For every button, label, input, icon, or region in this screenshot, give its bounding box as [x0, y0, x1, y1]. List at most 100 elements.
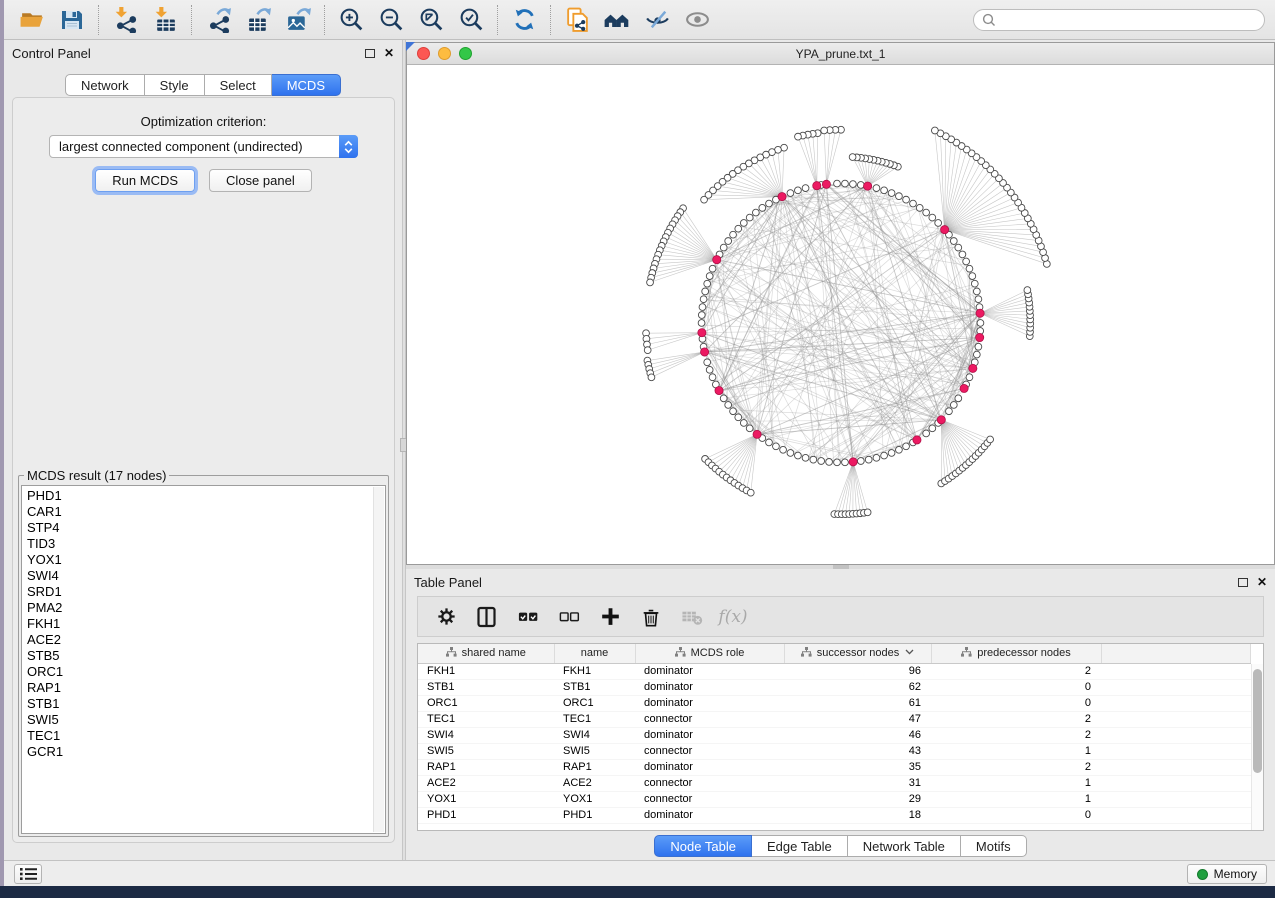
tab-motifs[interactable]: Motifs — [961, 835, 1027, 857]
cell-mcds_role[interactable]: connector — [635, 743, 784, 759]
network-titlebar[interactable]: YPA_prune.txt_1 — [407, 43, 1274, 65]
cell-predecessor_nodes[interactable]: 0 — [931, 807, 1101, 823]
cell-name[interactable]: SWI5 — [554, 743, 635, 759]
table-row[interactable]: STB1STB1dominator620 — [418, 679, 1251, 695]
export-image-button[interactable] — [278, 3, 318, 37]
duplicate-network-button[interactable] — [557, 3, 597, 37]
table-row[interactable]: PHD1PHD1dominator180 — [418, 807, 1251, 823]
cell-mcds_role[interactable]: dominator — [635, 807, 784, 823]
export-table-button[interactable] — [238, 3, 278, 37]
cell-shared_name[interactable]: SWI5 — [418, 743, 554, 759]
cell-shared_name[interactable]: STB1 — [418, 679, 554, 695]
cell-successor_nodes[interactable]: 29 — [784, 791, 931, 807]
cell-name[interactable]: PHD1 — [554, 807, 635, 823]
table-row[interactable]: SWI4SWI4dominator462 — [418, 727, 1251, 743]
mcds-result-item[interactable]: TEC1 — [27, 728, 385, 744]
table-row[interactable]: SWI5SWI5connector431 — [418, 743, 1251, 759]
cell-mcds_role[interactable]: connector — [635, 775, 784, 791]
cell-name[interactable]: RAP1 — [554, 759, 635, 775]
cell-predecessor_nodes[interactable]: 2 — [931, 711, 1101, 727]
close-window-button[interactable] — [417, 47, 430, 60]
zoom-out-button[interactable] — [371, 3, 411, 37]
column-header-mcds_role[interactable]: MCDS role — [635, 644, 784, 663]
minimize-window-button[interactable] — [438, 47, 451, 60]
float-panel-icon[interactable] — [1238, 578, 1248, 587]
mcds-result-item[interactable]: FKH1 — [27, 616, 385, 632]
network-canvas[interactable] — [407, 65, 1274, 564]
table-scrollbar-track[interactable] — [1251, 664, 1263, 830]
import-network-button[interactable] — [105, 3, 145, 37]
table-row[interactable]: YOX1YOX1connector291 — [418, 791, 1251, 807]
table-row[interactable]: RAP1RAP1dominator352 — [418, 759, 1251, 775]
column-header-predecessor_nodes[interactable]: predecessor nodes — [931, 644, 1101, 663]
mcds-result-item[interactable]: SRD1 — [27, 584, 385, 600]
close-panel-icon[interactable]: ✕ — [384, 48, 394, 58]
close-mcds-panel-button[interactable]: Close panel — [209, 169, 312, 192]
hide-selected-button[interactable] — [637, 3, 677, 37]
open-file-button[interactable] — [12, 3, 52, 37]
cell-predecessor_nodes[interactable]: 2 — [931, 759, 1101, 775]
cell-predecessor_nodes[interactable]: 1 — [931, 743, 1101, 759]
cell-mcds_role[interactable]: connector — [635, 711, 784, 727]
cell-successor_nodes[interactable]: 35 — [784, 759, 931, 775]
tab-edge-table[interactable]: Edge Table — [752, 835, 848, 857]
cell-shared_name[interactable]: RAP1 — [418, 759, 554, 775]
cell-shared_name[interactable]: ORC1 — [418, 695, 554, 711]
network-graph[interactable] — [407, 65, 1274, 564]
settings-gear-button[interactable] — [428, 600, 464, 634]
first-neighbors-button[interactable] — [597, 3, 637, 37]
table-row[interactable]: ORC1ORC1dominator610 — [418, 695, 1251, 711]
mcds-result-item[interactable]: GCR1 — [27, 744, 385, 760]
cell-shared_name[interactable]: SWI4 — [418, 727, 554, 743]
refresh-layout-button[interactable] — [504, 3, 544, 37]
cell-successor_nodes[interactable]: 31 — [784, 775, 931, 791]
cell-predecessor_nodes[interactable]: 0 — [931, 695, 1101, 711]
column-header-name[interactable]: name — [554, 644, 635, 663]
cell-shared_name[interactable]: ACE2 — [418, 775, 554, 791]
table-row[interactable]: ACE2ACE2connector311 — [418, 775, 1251, 791]
cell-predecessor_nodes[interactable]: 1 — [931, 791, 1101, 807]
cell-successor_nodes[interactable]: 43 — [784, 743, 931, 759]
cell-name[interactable]: ORC1 — [554, 695, 635, 711]
float-panel-icon[interactable] — [365, 49, 375, 58]
cell-successor_nodes[interactable]: 46 — [784, 727, 931, 743]
criterion-dropdown[interactable]: largest connected component (undirected) — [49, 135, 358, 158]
show-all-button[interactable] — [677, 3, 717, 37]
cell-shared_name[interactable]: TEC1 — [418, 711, 554, 727]
tab-mcds[interactable]: MCDS — [272, 74, 341, 96]
column-header-shared_name[interactable]: shared name — [418, 644, 554, 663]
task-history-button[interactable] — [14, 864, 42, 884]
zoom-in-button[interactable] — [331, 3, 371, 37]
cell-name[interactable]: YOX1 — [554, 791, 635, 807]
mcds-result-item[interactable]: YOX1 — [27, 552, 385, 568]
cell-successor_nodes[interactable]: 47 — [784, 711, 931, 727]
search-box[interactable] — [973, 9, 1265, 31]
mcds-result-item[interactable]: PMA2 — [27, 600, 385, 616]
cell-successor_nodes[interactable]: 61 — [784, 695, 931, 711]
mcds-result-item[interactable]: ACE2 — [27, 632, 385, 648]
mcds-result-item[interactable]: ORC1 — [27, 664, 385, 680]
table-row[interactable]: TEC1TEC1connector472 — [418, 711, 1251, 727]
mcds-result-item[interactable]: STB1 — [27, 696, 385, 712]
cell-successor_nodes[interactable]: 18 — [784, 807, 931, 823]
mcds-result-item[interactable]: PHD1 — [27, 488, 385, 504]
close-panel-icon[interactable]: ✕ — [1257, 577, 1267, 587]
export-network-button[interactable] — [198, 3, 238, 37]
cell-name[interactable]: ACE2 — [554, 775, 635, 791]
select-all-button[interactable] — [510, 600, 546, 634]
import-table-button[interactable] — [145, 3, 185, 37]
cell-name[interactable]: TEC1 — [554, 711, 635, 727]
tab-network[interactable]: Network — [65, 74, 145, 96]
mcds-result-item[interactable]: CAR1 — [27, 504, 385, 520]
add-column-button[interactable] — [592, 600, 628, 634]
mcds-result-item[interactable]: STP4 — [27, 520, 385, 536]
zoom-fit-button[interactable] — [411, 3, 451, 37]
cell-shared_name[interactable]: YOX1 — [418, 791, 554, 807]
cell-predecessor_nodes[interactable]: 2 — [931, 727, 1101, 743]
cell-mcds_role[interactable]: dominator — [635, 759, 784, 775]
tab-style[interactable]: Style — [145, 74, 205, 96]
tab-select[interactable]: Select — [205, 74, 272, 96]
cell-mcds_role[interactable]: dominator — [635, 695, 784, 711]
mcds-result-item[interactable]: SWI5 — [27, 712, 385, 728]
mcds-result-item[interactable]: RAP1 — [27, 680, 385, 696]
